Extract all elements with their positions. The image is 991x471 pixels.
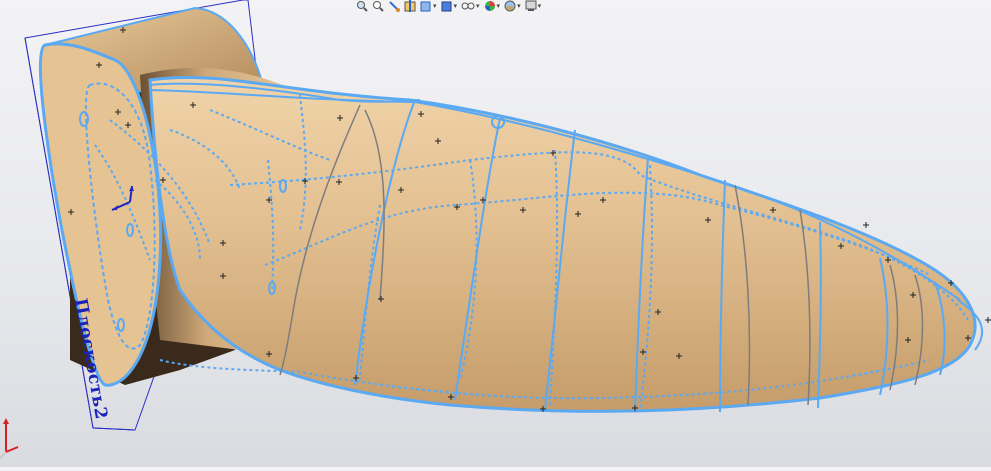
graphics-area[interactable]: Плоскость2 <box>0 0 991 467</box>
zoom-to-fit-icon <box>357 1 368 12</box>
display-style-icon <box>441 1 452 12</box>
view-settings-icon <box>525 0 537 11</box>
edit-appearance-button[interactable]: ▾ <box>483 0 502 12</box>
model-view[interactable] <box>0 0 991 467</box>
section-view-button[interactable] <box>403 0 417 12</box>
zoom-to-area-icon <box>373 1 384 12</box>
chevron-down-icon: ▾ <box>496 2 501 10</box>
chevron-down-icon: ▾ <box>433 2 437 10</box>
apply-scene-icon <box>504 0 516 12</box>
chevron-down-icon: ▾ <box>537 2 542 10</box>
view-orientation-button[interactable]: ▾ <box>419 0 438 12</box>
hide-show-items-button[interactable]: ▾ <box>460 0 481 12</box>
heads-up-view-toolbar: ▾ ▾ ▾ ▾ ▾ ▾ <box>355 0 542 12</box>
previous-view-button[interactable] <box>387 0 401 12</box>
zoom-to-area-button[interactable] <box>371 0 385 12</box>
chevron-down-icon: ▾ <box>476 2 480 10</box>
view-settings-button[interactable]: ▾ <box>524 0 543 12</box>
apply-scene-button[interactable]: ▾ <box>503 0 522 12</box>
edit-appearance-icon <box>484 1 495 11</box>
chevron-down-icon: ▾ <box>517 2 521 10</box>
section-view-icon <box>404 0 416 12</box>
chevron-down-icon: ▾ <box>453 2 458 10</box>
zoom-to-fit-button[interactable] <box>355 0 369 12</box>
previous-view-icon <box>389 1 400 12</box>
axis-triad-icon <box>0 418 19 460</box>
view-orientation-icon <box>420 1 431 12</box>
display-style-button[interactable]: ▾ <box>440 0 459 12</box>
hide-show-items-icon <box>461 2 475 10</box>
